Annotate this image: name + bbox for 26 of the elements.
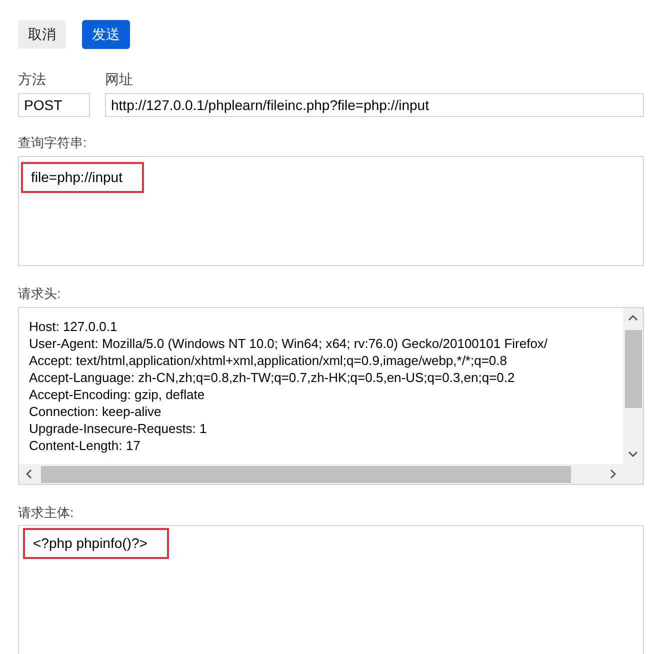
method-label: 方法 bbox=[18, 71, 47, 87]
header-line: Accept-Language: zh-CN,zh;q=0.8,zh-TW;q=0.7,zh-HK;q=0.5,en-US;q=0.3,en;q=0.2 bbox=[29, 369, 515, 386]
query-string-label: 查询字符串: bbox=[18, 135, 88, 151]
url-label: 网址 bbox=[105, 71, 134, 87]
body-field[interactable]: <?php phpinfo()?> bbox=[18, 525, 644, 654]
query-string-text: file=php://input bbox=[31, 169, 122, 185]
scrollbar-thumb[interactable] bbox=[624, 330, 642, 408]
header-line: Accept-Encoding: gzip, deflate bbox=[29, 386, 205, 403]
header-line: Upgrade-Insecure-Requests: 1 bbox=[29, 420, 207, 437]
vertical-scrollbar[interactable] bbox=[623, 308, 643, 464]
header-line: User-Agent: Mozilla/5.0 (Windows NT 10.0; Win64; x64; rv:76.0) Gecko/20100101 Firefox/ bbox=[29, 335, 548, 352]
scrollbar-thumb[interactable] bbox=[41, 466, 571, 482]
horizontal-scrollbar[interactable] bbox=[19, 464, 623, 484]
headers-label: 请求头: bbox=[18, 286, 62, 302]
method-field[interactable]: POST bbox=[18, 93, 90, 117]
url-field[interactable]: http://127.0.0.1/phplearn/fileinc.php?file=php://input bbox=[105, 93, 644, 117]
header-line: Connection: keep-alive bbox=[29, 403, 162, 420]
query-string-field[interactable]: file=php://input bbox=[18, 156, 644, 266]
body-label: 请求主体: bbox=[18, 505, 75, 521]
header-line: Content-Length: 17 bbox=[29, 437, 140, 454]
body-text: <?php phpinfo()?> bbox=[33, 535, 148, 551]
send-button[interactable]: 发送 bbox=[82, 20, 130, 49]
header-line: Host: 127.0.0.1 bbox=[29, 318, 118, 335]
cancel-button[interactable]: 取消 bbox=[18, 20, 66, 49]
header-line: Accept: text/html,application/xhtml+xml,application/xml;q=0.9,image/webp,*/*;q=0.8 bbox=[29, 352, 507, 369]
headers-field[interactable] bbox=[18, 307, 644, 485]
